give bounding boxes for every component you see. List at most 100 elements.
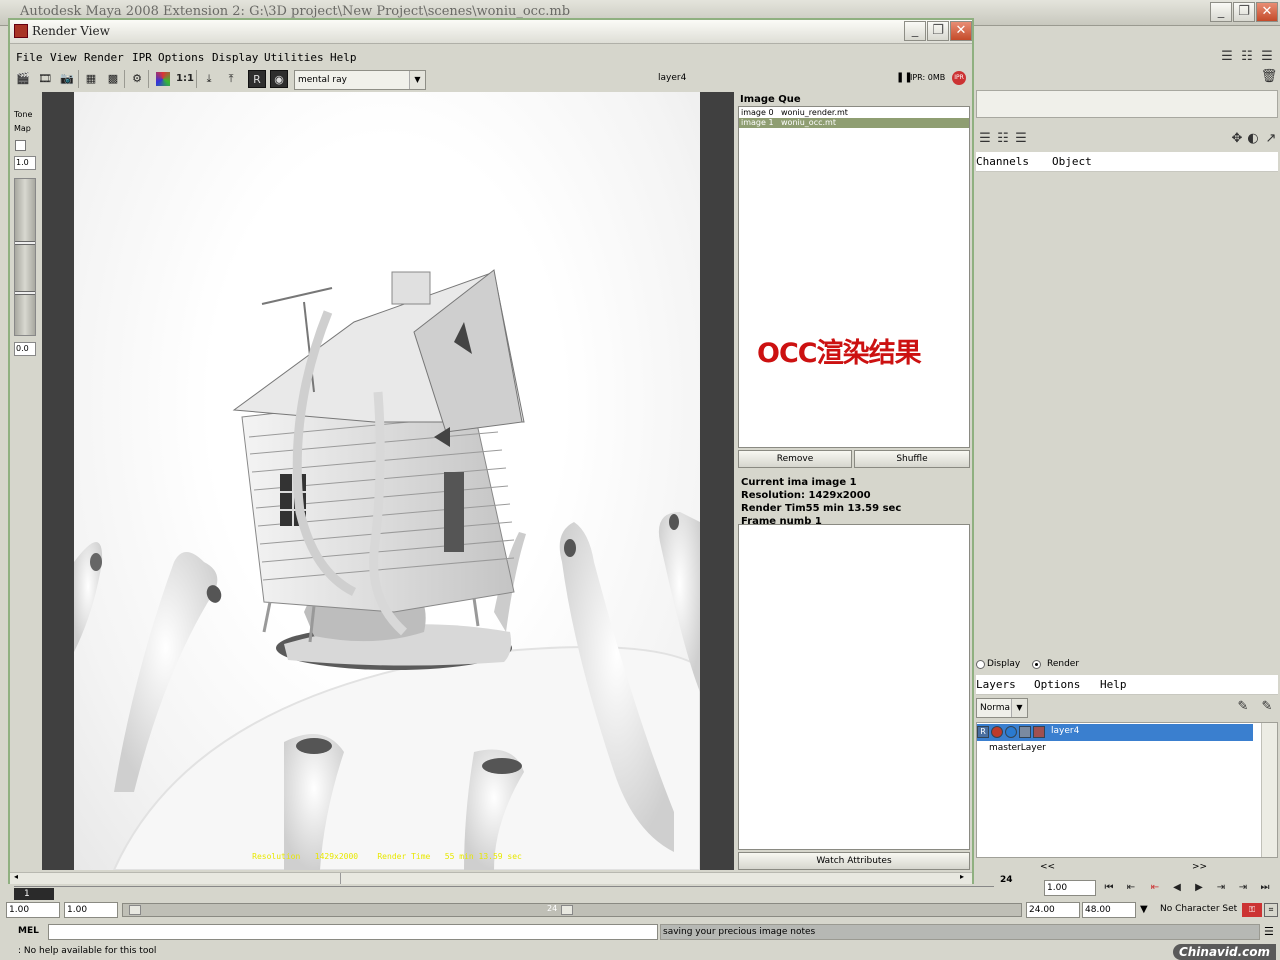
- tone-map-slider[interactable]: [14, 178, 36, 336]
- queue-item-image-1[interactable]: image 1 woniu_occ.mt: [739, 118, 969, 128]
- range-handle-end[interactable]: [561, 905, 573, 915]
- auto-key-icon[interactable]: ⚿: [1242, 903, 1262, 917]
- channel-box-toggle-icon[interactable]: ☰: [1218, 48, 1236, 66]
- tone-map-checkbox[interactable]: [15, 140, 26, 151]
- step-forward-frame-icon[interactable]: ⇥: [1212, 880, 1230, 896]
- tone-max-field[interactable]: 1.0: [14, 156, 36, 170]
- preferences-icon[interactable]: ⌗: [1264, 903, 1278, 917]
- menu-view[interactable]: View: [50, 51, 77, 64]
- tone-slider-knob-low[interactable]: [15, 291, 35, 295]
- refresh-ipr-icon[interactable]: ▩: [104, 70, 122, 88]
- menu-help[interactable]: Help: [330, 51, 357, 64]
- character-set-menu[interactable]: No Character Set: [1158, 902, 1238, 918]
- render-region-icon[interactable]: 🎞: [36, 70, 54, 88]
- ipr-icon[interactable]: IPR: [952, 71, 966, 85]
- real-size-button[interactable]: 1:1: [176, 70, 194, 88]
- blend-mode-dropdown[interactable]: Normal ▼: [976, 698, 1028, 718]
- scroll-right-icon[interactable]: ▸: [960, 872, 964, 881]
- render-thumbnail-icon[interactable]: R: [248, 70, 266, 88]
- scroll-left-icon[interactable]: ◂: [14, 872, 18, 881]
- shuffle-button[interactable]: Shuffle: [854, 450, 970, 468]
- image-notes-field[interactable]: [738, 524, 970, 850]
- watch-attributes-button[interactable]: Watch Attributes: [738, 852, 970, 870]
- list-outdent-icon[interactable]: ☰: [1012, 130, 1030, 148]
- layer-row-layer4[interactable]: R layer4: [977, 724, 1253, 741]
- scroll-thumb[interactable]: [340, 873, 341, 884]
- range-handle-start[interactable]: [129, 905, 141, 915]
- tone-min-field[interactable]: 0.0: [14, 342, 36, 356]
- new-layer-icon[interactable]: ✎: [1234, 698, 1252, 716]
- maya-close-button[interactable]: ✕: [1256, 2, 1278, 22]
- menu-render[interactable]: Render: [84, 51, 124, 64]
- arrow-icon[interactable]: ↗: [1262, 130, 1280, 148]
- override-icon[interactable]: [1033, 726, 1045, 738]
- maya-maximize-button[interactable]: ❐: [1233, 2, 1255, 22]
- render-settings-icon[interactable]: ⚙: [128, 70, 146, 88]
- maya-minimize-button[interactable]: _: [1210, 2, 1232, 22]
- anim-end-field[interactable]: 48.00: [1082, 902, 1136, 918]
- command-input[interactable]: [48, 924, 658, 940]
- menu-display[interactable]: Display: [212, 51, 258, 64]
- tool-settings-toggle-icon[interactable]: ☰: [1258, 48, 1276, 66]
- tone-slider-knob-high[interactable]: [15, 241, 35, 245]
- rgb-channels-icon[interactable]: [154, 70, 172, 88]
- snapshot-icon[interactable]: 📷: [58, 70, 76, 88]
- menu-layers[interactable]: Layers: [976, 678, 1016, 691]
- play-backwards-icon[interactable]: ◀: [1168, 880, 1186, 896]
- menu-options[interactable]: Options: [1034, 678, 1080, 691]
- keep-image-icon[interactable]: ⤓: [200, 70, 218, 88]
- display-thumbnail-icon[interactable]: ◉: [270, 70, 288, 88]
- menu-ipr[interactable]: IPR: [132, 51, 152, 64]
- script-editor-icon[interactable]: ☰: [1264, 925, 1274, 938]
- menu-object[interactable]: Object: [1052, 155, 1092, 168]
- film-icon[interactable]: [1019, 726, 1031, 738]
- attribute-editor-toggle-icon[interactable]: ☷: [1238, 48, 1256, 66]
- recycle-icon[interactable]: [991, 726, 1003, 738]
- queue-item-image-0[interactable]: image 0 woniu_render.mt: [739, 108, 969, 118]
- render-view-title-bar[interactable]: Render View _ ❐ ✕: [10, 20, 972, 44]
- display-radio[interactable]: [976, 660, 985, 669]
- list-indent-icon[interactable]: ☷: [994, 130, 1012, 148]
- render-radio[interactable]: [1032, 660, 1041, 669]
- render-view-horizontal-scrollbar[interactable]: ◂ ▸: [10, 872, 972, 884]
- chevron-down-icon[interactable]: ▼: [1140, 904, 1148, 915]
- renderer-dropdown[interactable]: mental ray ▼: [294, 70, 426, 90]
- shading-icon[interactable]: ◐: [1244, 130, 1262, 148]
- rv-maximize-button[interactable]: ❐: [927, 21, 949, 41]
- page-prev-button[interactable]: <<: [1040, 862, 1055, 872]
- menu-help[interactable]: Help: [1100, 678, 1127, 691]
- sphere-icon[interactable]: [1005, 726, 1017, 738]
- step-back-key-icon[interactable]: ⇤: [1122, 880, 1140, 896]
- redo-render-icon[interactable]: 🎬: [14, 70, 32, 88]
- current-frame-marker[interactable]: 1: [14, 888, 54, 900]
- menu-options[interactable]: Options: [158, 51, 204, 64]
- render-viewport[interactable]: Resolution 1429x2000 Render Time 55 min …: [42, 92, 734, 870]
- mel-label[interactable]: MEL: [18, 926, 39, 936]
- play-forwards-icon[interactable]: ▶: [1190, 880, 1208, 896]
- rv-minimize-button[interactable]: _: [904, 21, 926, 41]
- playback-end-field[interactable]: 24.00: [1026, 902, 1080, 918]
- step-back-frame-icon[interactable]: ⇤: [1146, 880, 1164, 896]
- rv-close-button[interactable]: ✕: [950, 21, 972, 41]
- trash-icon[interactable]: 🗑: [1260, 68, 1278, 86]
- playback-start-field[interactable]: 1.00: [64, 902, 118, 918]
- remove-image-icon[interactable]: ⤒: [222, 70, 240, 88]
- go-to-end-icon[interactable]: ⏭: [1256, 880, 1274, 896]
- range-slider[interactable]: 24: [122, 903, 1022, 917]
- menu-utilities[interactable]: Utilities: [264, 51, 324, 64]
- page-next-button[interactable]: >>: [1192, 862, 1207, 872]
- go-to-start-icon[interactable]: ⏮: [1100, 880, 1118, 896]
- anim-start-field[interactable]: 1.00: [6, 902, 60, 918]
- new-layer-selected-icon[interactable]: ✎: [1258, 698, 1276, 716]
- layer-row-masterlayer[interactable]: masterLayer: [989, 743, 1046, 753]
- remove-button[interactable]: Remove: [738, 450, 852, 468]
- menu-channels[interactable]: Channels: [976, 155, 1029, 168]
- ipr-render-icon[interactable]: ▦: [82, 70, 100, 88]
- list-icon[interactable]: ☰: [976, 130, 994, 148]
- layer-list-scrollbar[interactable]: [1261, 723, 1277, 857]
- time-slider[interactable]: 1 24: [14, 875, 1013, 900]
- step-forward-key-icon[interactable]: ⇥: [1234, 880, 1252, 896]
- render-flag-icon[interactable]: R: [977, 726, 989, 738]
- shelf-field[interactable]: [976, 90, 1278, 118]
- current-time-field[interactable]: 1.00: [1044, 880, 1096, 896]
